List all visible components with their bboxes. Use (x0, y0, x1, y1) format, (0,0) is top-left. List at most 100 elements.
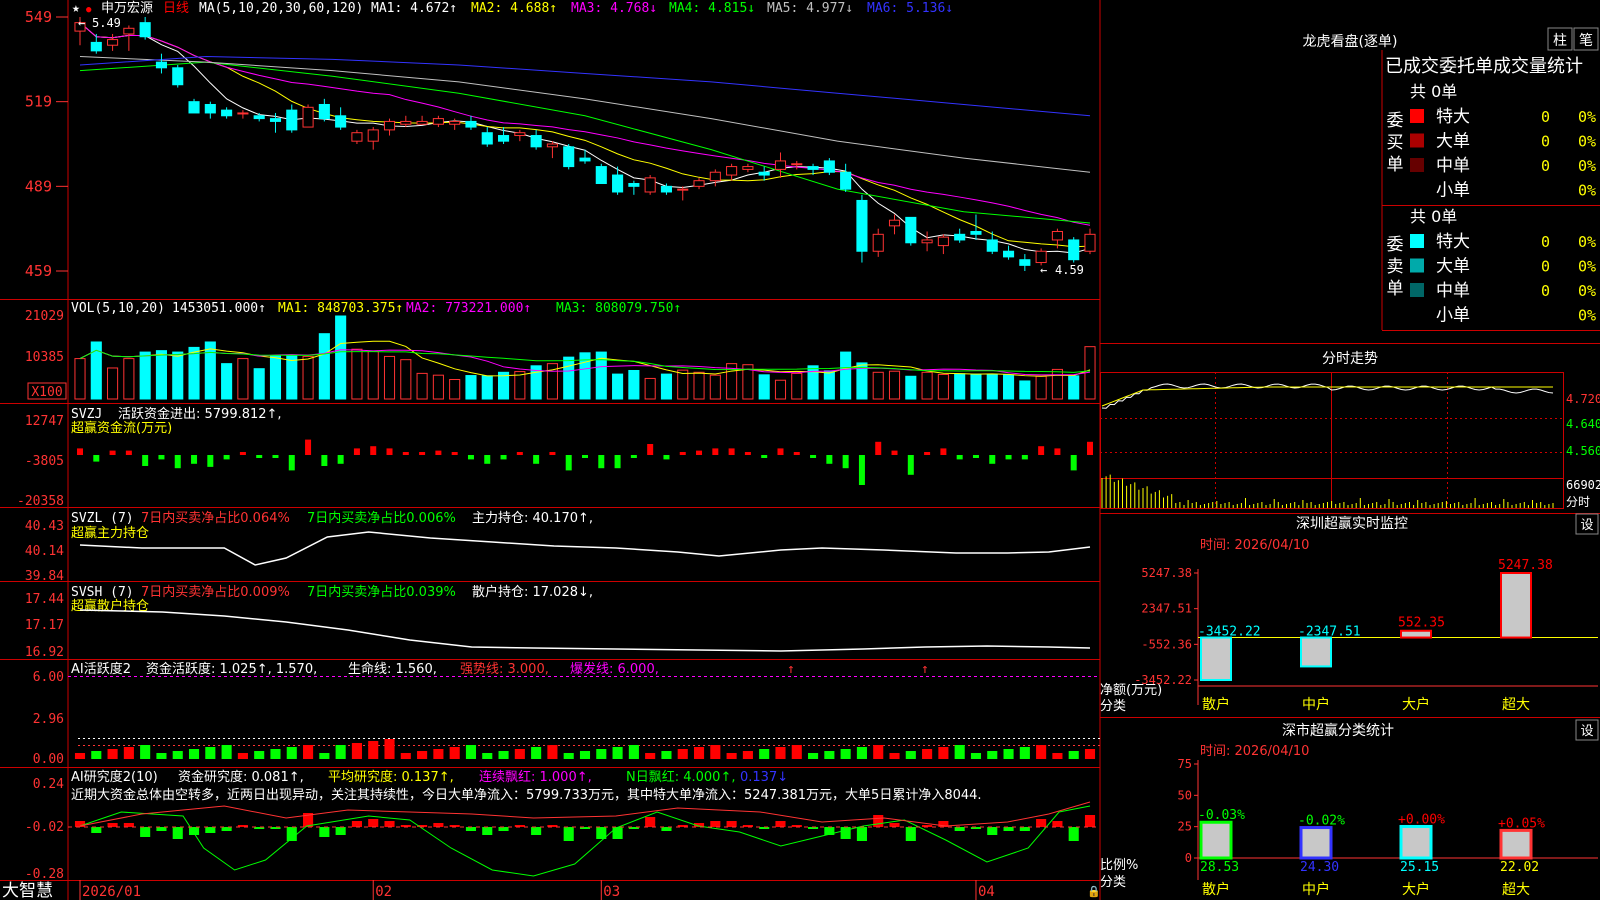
lhb-row-pct: 0% (1578, 282, 1596, 300)
volume-bar (986, 374, 998, 400)
sz-monitor-bar-label: 5247.38 (1498, 558, 1553, 573)
svzj-bar (989, 455, 996, 464)
svzl-t1: 7日内买卖净占比0.064% (141, 510, 290, 526)
ai-research-bar (221, 827, 232, 831)
candle-body (139, 22, 151, 38)
bar-view-label[interactable]: 柱 (1553, 33, 1567, 49)
low-label: 4.59 (1055, 263, 1084, 277)
ai-research-bar (205, 827, 216, 833)
side-char: 卖 (1387, 257, 1404, 277)
deal-view-label[interactable]: 笔 (1579, 33, 1593, 49)
sz-class-bar (1199, 820, 1233, 860)
svzj-bar (321, 455, 328, 466)
stock-name[interactable]: 申万宏源 (101, 1, 153, 16)
ai-research-bar (140, 827, 151, 837)
svzj-bar (484, 455, 491, 464)
svzj-bar (598, 455, 605, 469)
sz-class-change: -0.02% (1298, 814, 1345, 829)
svsh-t1: 7日内买卖净占比0.009% (141, 584, 290, 600)
svzj-bar (533, 455, 540, 464)
candle-body (774, 160, 787, 170)
sz-class-cat: 中户 (1302, 881, 1330, 898)
sz-monitor-cat: 中户 (1302, 696, 1330, 713)
arrow-icon: ← (1040, 263, 1047, 277)
ai-active-bar (840, 749, 851, 759)
stock-terminal: ★ ● 申万宏源 日线 MA(5,10,20,30,60,120) MA1: 4… (0, 0, 1600, 900)
vol-header: VOL(5,10,20) 1453051.000↑ MA1: 848703.37… (71, 301, 681, 316)
lhb-color-swatch (1410, 133, 1424, 148)
candle-body (905, 216, 917, 244)
volume-bar (74, 358, 86, 400)
lhb-color-swatch (1410, 109, 1424, 123)
candle-body (449, 120, 461, 125)
svsh-y-tick: 17.17 (25, 618, 64, 633)
ai-active-bar (351, 743, 362, 759)
volume-bar (693, 371, 705, 400)
sz-class-chart: 75 50 25 0 -0.03% 28.53 散户 -0.02% 24.30 中户 +0.00% 2… (1178, 757, 1598, 898)
svzj-bar (207, 455, 214, 467)
sz-monitor-y-tick: -3452.22 (1134, 673, 1192, 687)
ai-active-bar (661, 751, 672, 759)
ai-active-bar (433, 749, 444, 759)
volume-bar (269, 355, 282, 400)
ai-active-bar (417, 751, 428, 759)
date-tick-label: 04 (978, 884, 995, 900)
kline-y-axis: 549 519 489 459 (25, 8, 68, 280)
volume-bar (139, 351, 151, 400)
ai-research-comment: 近期大资金总体由空转多，近两日出现异动，关注其持续性，今日大单净流入：5799.… (71, 787, 982, 803)
ai-active-t2: 生命线: 1.560, (348, 661, 437, 677)
ma-item: MA5: 4.977↓ (767, 1, 853, 16)
svzl-polyline (79, 531, 1091, 566)
ai-active-bar (270, 749, 281, 759)
volume-bar (253, 368, 265, 400)
ai-active-y-tick: 0.00 (33, 752, 64, 767)
svzj-bar (842, 455, 849, 469)
svzj-bar (972, 455, 979, 458)
ma-item: MA1: 4.672↑ (371, 1, 457, 16)
ai-active-y-tick: 2.96 (33, 712, 64, 727)
lhb-row-pct: 0% (1578, 307, 1596, 325)
candle-body (335, 115, 347, 128)
svzj-y-tick: -3805 (25, 454, 64, 469)
volume-bar (905, 375, 917, 400)
sz-class-change: +0.05% (1498, 816, 1545, 831)
svzj-label: SVZJ (71, 407, 102, 422)
svzl-sub: 超赢主力持仓 (71, 525, 149, 541)
sz-monitor-date: 时间: 2026/04/10 (1200, 538, 1309, 553)
candle-body (514, 132, 526, 137)
ai-active-bar (938, 747, 949, 759)
ai-active-bar (889, 753, 900, 759)
ai-research-t2: 平均研究度: 0.137↑, (328, 769, 454, 785)
ai-research-header: AI研究度2(10) 资金研究度: 0.081↑, 平均研究度: 0.137↑,… (71, 769, 982, 803)
sz-class-settings-label[interactable]: 设 (1580, 724, 1593, 739)
ai-research-t5: 0.137↓ (740, 770, 788, 785)
sz-monitor-settings-label[interactable]: 设 (1580, 518, 1593, 533)
svzj-bar (337, 455, 344, 464)
svzj-bar (728, 448, 735, 455)
sz-monitor-bar-label: -2347.51 (1298, 625, 1361, 640)
candle-body (595, 166, 607, 185)
ai-research-bar (1019, 827, 1030, 831)
star-icon[interactable]: ★ (72, 1, 80, 16)
up-arrow-icon: ↑ (921, 662, 929, 677)
sz-class-y-tick: 25 (1178, 820, 1192, 834)
volume-bar (383, 355, 396, 400)
ai-active-bar (742, 751, 753, 759)
candle-body (188, 101, 200, 114)
lhb-color-swatch (1410, 158, 1424, 172)
lock-icon[interactable]: 🔒 (1087, 885, 1101, 898)
ai-research-bar (91, 827, 102, 833)
ai-active-bar (645, 753, 656, 759)
ai-research-bars (68, 801, 1100, 877)
ai-active-bar (91, 751, 102, 759)
svzj-sub: 超赢资金流(万元) (71, 420, 172, 436)
vol-value: 1453051.000↑ (172, 301, 266, 316)
period-label[interactable]: 日线 (163, 1, 189, 16)
candle-body (269, 118, 282, 122)
ai-active-bar (1019, 747, 1030, 759)
candle-body (726, 166, 738, 176)
svzj-bar (614, 455, 621, 469)
ma-item: MA2: 4.688↑ (471, 1, 557, 16)
svzj-bar (549, 452, 556, 455)
lhb-row-name: 大单 (1436, 257, 1470, 277)
